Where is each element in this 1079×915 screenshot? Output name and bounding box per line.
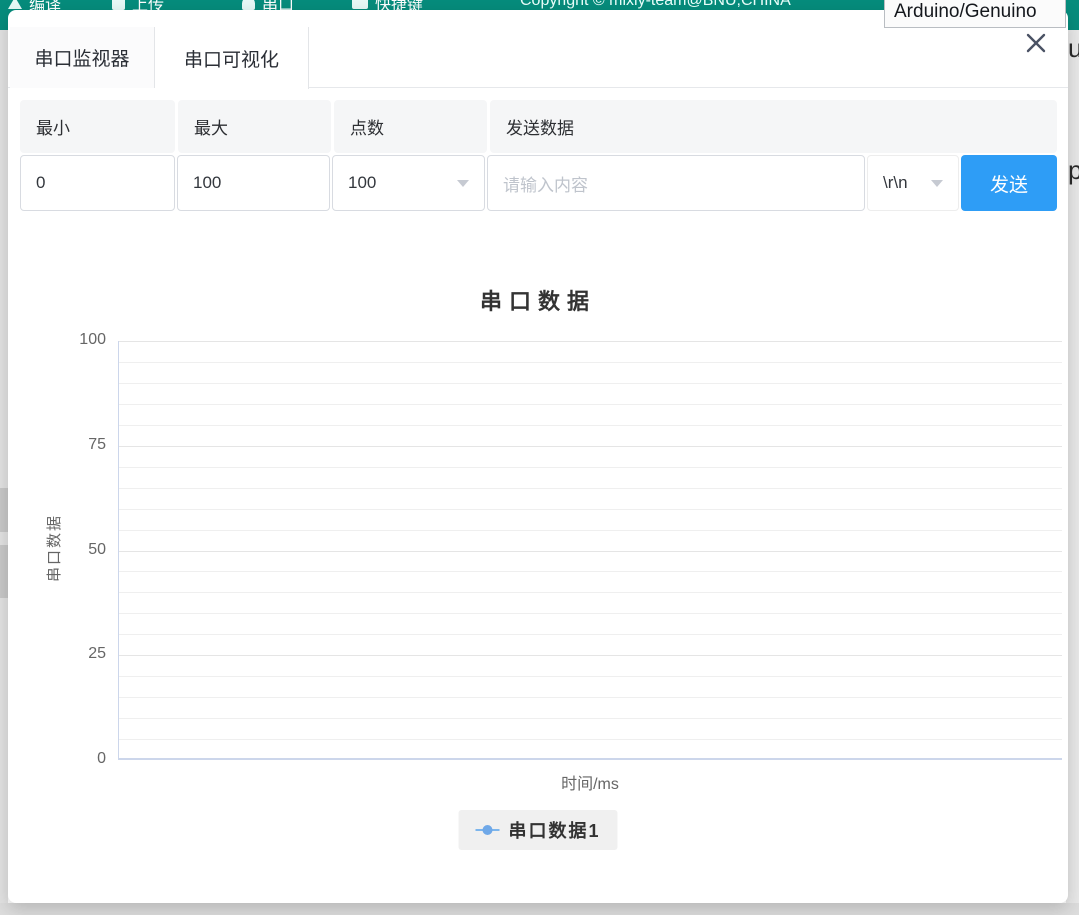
gridline-minor xyxy=(119,676,1062,677)
compile-icon xyxy=(8,0,22,9)
form-input-row: 0 100 100 请输入内容 \r\n 发送 xyxy=(20,155,1057,211)
serial-dialog: 串口监视器 串口可视化 最小 最大 点数 发送数据 0 100 100 xyxy=(8,10,1068,903)
gridline-minor xyxy=(119,509,1062,510)
gridline-minor xyxy=(119,697,1062,698)
gridline-minor xyxy=(119,530,1062,531)
chevron-down-icon xyxy=(457,180,469,187)
header-max: 最大 xyxy=(178,100,331,153)
gridline-major xyxy=(119,551,1062,552)
tab-serial-monitor[interactable]: 串口监视器 xyxy=(10,27,155,88)
min-value: 0 xyxy=(36,173,45,193)
page-background-bottom xyxy=(0,903,1079,915)
chart-title: 串口数据 xyxy=(8,284,1068,316)
y-tick-label: 100 xyxy=(46,331,106,349)
gridline-major xyxy=(119,446,1062,447)
header-send-data: 发送数据 xyxy=(490,100,1057,153)
gridline-minor xyxy=(119,488,1062,489)
gridline-minor xyxy=(119,634,1062,635)
legend-item-series1[interactable]: 串口数据1 xyxy=(458,810,617,850)
max-value: 100 xyxy=(193,173,221,193)
tab-bar: 串口监视器 串口可视化 xyxy=(8,27,1068,88)
points-value: 100 xyxy=(348,173,376,193)
shortcut-icon xyxy=(352,0,368,9)
gridline-minor xyxy=(119,425,1062,426)
legend-label: 串口数据1 xyxy=(508,817,600,843)
gridline-minor xyxy=(119,571,1062,572)
scrollbar-thumb[interactable] xyxy=(0,488,8,532)
gridline-major xyxy=(119,655,1062,656)
tab-serial-visualization[interactable]: 串口可视化 xyxy=(155,27,309,89)
gridline-major xyxy=(119,341,1062,342)
header-min: 最小 xyxy=(20,100,175,153)
line-marker-icon xyxy=(475,821,499,839)
line-ending-select[interactable]: \r\n xyxy=(867,155,959,211)
gridline-minor xyxy=(119,592,1062,593)
x-axis-title: 时间/ms xyxy=(118,770,1062,794)
background-text-fragment: p xyxy=(1068,155,1079,186)
min-input[interactable]: 0 xyxy=(20,155,175,211)
tab-label: 串口可视化 xyxy=(184,45,279,72)
close-icon xyxy=(1024,31,1048,55)
gridline-minor xyxy=(119,467,1062,468)
tab-label: 串口监视器 xyxy=(34,44,129,71)
line-ending-value: \r\n xyxy=(883,173,908,193)
y-tick-label: 50 xyxy=(46,541,106,559)
input-placeholder: 请输入内容 xyxy=(503,171,588,196)
page-scrollbar[interactable] xyxy=(0,30,8,915)
background-text-fragment: u xyxy=(1068,33,1079,64)
header-points: 点数 xyxy=(334,100,487,153)
serial-icon xyxy=(242,0,255,10)
scrollbar-thumb[interactable] xyxy=(0,545,8,598)
form-header-row: 最小 最大 点数 发送数据 xyxy=(20,100,1057,153)
gridline-minor xyxy=(119,404,1062,405)
upload-icon xyxy=(112,0,125,10)
serial-plot-form: 最小 最大 点数 发送数据 0 100 100 请输入内容 \r\n 发送 xyxy=(20,100,1057,211)
chevron-down-icon xyxy=(931,180,943,187)
send-content-input[interactable]: 请输入内容 xyxy=(487,155,865,211)
plot-area xyxy=(118,341,1062,760)
gridline-minor xyxy=(119,383,1062,384)
close-button[interactable] xyxy=(1024,31,1048,55)
y-tick-label: 0 xyxy=(46,750,106,768)
gridline-minor xyxy=(119,739,1062,740)
gridline-minor xyxy=(119,362,1062,363)
gridline-minor xyxy=(119,613,1062,614)
gridline-minor xyxy=(119,718,1062,719)
points-select[interactable]: 100 xyxy=(332,155,485,211)
send-button[interactable]: 发送 xyxy=(961,155,1057,211)
y-tick-label: 75 xyxy=(46,436,106,454)
board-select[interactable]: Arduino/Genuino xyxy=(884,0,1066,28)
max-input[interactable]: 100 xyxy=(177,155,330,211)
board-select-value: Arduino/Genuino xyxy=(894,1,1037,22)
copyright-text: Copyright © mixly-team@BNU,CHINA xyxy=(520,0,791,10)
y-tick-label: 25 xyxy=(46,645,106,663)
